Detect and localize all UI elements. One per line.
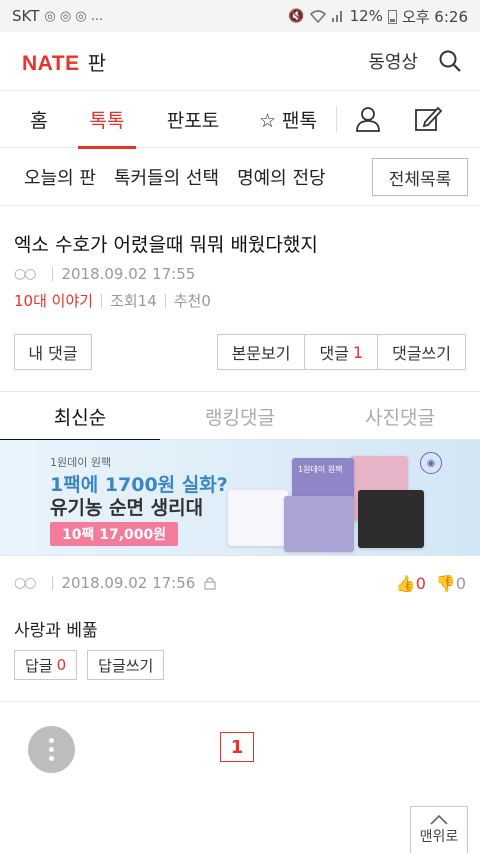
clock: 오후 6:26	[401, 7, 468, 26]
search-icon[interactable]	[438, 49, 462, 73]
tab-fantalk[interactable]: ☆ 팬톡	[250, 90, 326, 148]
tab-latest[interactable]: 최신순	[0, 392, 160, 441]
comment-body: 사랑과 베풂	[14, 621, 98, 641]
logo-nate: NATE	[22, 51, 80, 75]
view-body-button[interactable]: 본문보기	[217, 335, 305, 369]
comment-author[interactable]: ○○	[14, 575, 36, 591]
tab-ranking[interactable]: 랭킹댓글	[160, 392, 320, 440]
comment-count: 1	[352, 342, 364, 362]
post-info: 엑소 수호가 어렸을때 뭐뭐 배웠다했지 ○○ 2018.09.02 17:55…	[0, 206, 480, 311]
reply-label: 답글	[25, 656, 53, 675]
thumbs-down-icon: 👎	[435, 574, 456, 593]
site-logo[interactable]: NATE 판	[22, 47, 106, 76]
organic-seal-icon: ◉	[420, 452, 442, 474]
comment-actions: 답글 0 답글쓰기	[14, 650, 165, 680]
ad-brand: 1원데이 원팩	[50, 456, 112, 469]
divider	[101, 293, 103, 308]
recommend-count: 추천0	[173, 292, 211, 310]
user-icon[interactable]	[353, 104, 383, 134]
sub-nav: 오늘의 판 톡커들의 선택 명예의 전당 전체목록	[0, 148, 480, 206]
downvote-count: 0	[455, 574, 466, 593]
view-count: 조회14	[110, 292, 157, 310]
post-meta: ○○ 2018.09.02 17:55	[14, 265, 466, 283]
tab-toktok[interactable]: 톡톡	[78, 90, 136, 149]
product-package-lavender	[284, 496, 354, 552]
chevron-up-icon	[430, 814, 448, 825]
logo-pan: 판	[87, 50, 107, 75]
product-package-white	[228, 490, 288, 546]
product-package-black	[358, 490, 424, 548]
sub-item-toker-choice[interactable]: 톡커들의 선택	[114, 164, 219, 190]
ad-price-badge: 10팩 17,000원	[50, 522, 179, 546]
post-category[interactable]: 10대 이야기	[14, 290, 93, 311]
post-stats: 10대 이야기 조회14 추천0	[14, 290, 466, 311]
downvote-button[interactable]: 👎0	[436, 574, 466, 593]
post-title: 엑소 수호가 어렸을때 뭐뭐 배웠다했지	[14, 234, 318, 256]
write-comment-button[interactable]: 댓글쓰기	[377, 335, 465, 369]
my-comment-button[interactable]: 내 댓글	[14, 334, 92, 370]
upvote-button[interactable]: 👍0	[396, 574, 426, 593]
package-text: 1원데이 원팩	[298, 465, 343, 474]
report-icon[interactable]	[203, 576, 217, 590]
all-list-button[interactable]: 전체목록	[372, 158, 468, 196]
dot	[49, 738, 54, 743]
ad-subheadline: 유기농 순면 생리대	[50, 497, 204, 519]
carrier-label: SKT	[12, 7, 40, 25]
notification-icons: ◎ ◎ ◎ ...	[44, 8, 104, 24]
dot	[49, 756, 54, 761]
write-icon[interactable]	[413, 104, 443, 134]
comment-meta: ○○ 2018.09.02 17:56	[14, 574, 217, 592]
tab-home[interactable]: 홈	[0, 90, 78, 148]
upvote-count: 0	[415, 574, 426, 593]
post-action-group: 본문보기 댓글 1 댓글쓰기	[216, 334, 466, 370]
mute-icon: 🔇	[288, 8, 305, 24]
comment-datetime: 2018.09.02 17:56	[61, 574, 196, 592]
wifi-icon	[309, 10, 326, 23]
comment-tabs: 최신순 랭킹댓글 사진댓글	[0, 392, 480, 441]
back-to-top-button[interactable]: 맨위로	[410, 806, 468, 853]
reply-count: 0	[56, 656, 67, 674]
app-header: NATE 판 동영상	[0, 32, 480, 90]
post-datetime: 2018.09.02 17:55	[61, 265, 196, 283]
video-link[interactable]: 동영상	[368, 48, 418, 74]
page-number-current[interactable]: 1	[220, 732, 254, 762]
more-options-button[interactable]	[28, 726, 75, 773]
thumbs-up-icon: 👍	[395, 574, 416, 593]
action-row: 내 댓글 본문보기 댓글 1 댓글쓰기	[0, 332, 480, 392]
main-nav: 홈 톡톡 판포토 ☆ 팬톡	[0, 90, 480, 149]
comment-button[interactable]: 댓글 1	[304, 335, 378, 369]
divider	[52, 576, 54, 590]
back-to-top-label: 맨위로	[419, 829, 459, 845]
dot	[49, 747, 54, 752]
divider	[164, 293, 166, 308]
comment-label: 댓글	[319, 344, 349, 363]
sub-item-hall-of-fame[interactable]: 명예의 전당	[237, 164, 326, 190]
status-bar: SKT ◎ ◎ ◎ ... 🔇 12% 오후 6:26	[0, 0, 480, 32]
signal-icon	[331, 11, 342, 22]
reply-button[interactable]: 답글 0	[14, 650, 78, 680]
tab-panphoto[interactable]: 판포토	[136, 90, 250, 148]
tab-photo-comments[interactable]: 사진댓글	[320, 392, 480, 440]
comment-votes: 👍0 👎0	[396, 574, 466, 593]
sub-item-today[interactable]: 오늘의 판	[24, 164, 96, 190]
battery-percent: 12%	[349, 7, 383, 25]
author-name[interactable]: ○○	[14, 266, 36, 282]
comment-item: ○○ 2018.09.02 17:56 👍0 👎0 사랑과 베풂 답글 0 답글…	[0, 556, 480, 702]
battery-icon	[387, 9, 397, 24]
write-reply-button[interactable]: 답글쓰기	[87, 650, 165, 680]
nav-divider	[336, 106, 337, 132]
divider	[52, 267, 54, 281]
ad-banner[interactable]: 1원데이 원팩 1팩에 1700원 실화? 유기농 순면 생리대 10팩 17,…	[0, 440, 480, 556]
